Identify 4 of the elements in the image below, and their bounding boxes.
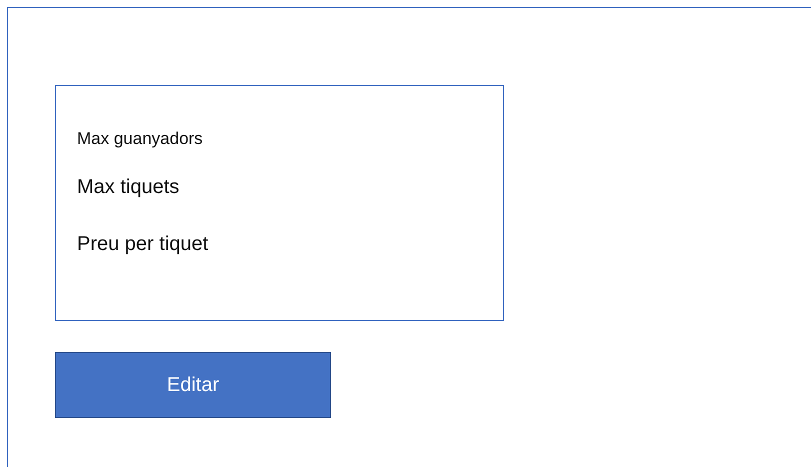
field-label: Max guanyadors <box>77 129 203 150</box>
field-label: Preu per tiquet <box>77 232 208 256</box>
field-label: Max tiquets <box>77 175 180 200</box>
edit-button[interactable]: Editar <box>55 352 331 418</box>
